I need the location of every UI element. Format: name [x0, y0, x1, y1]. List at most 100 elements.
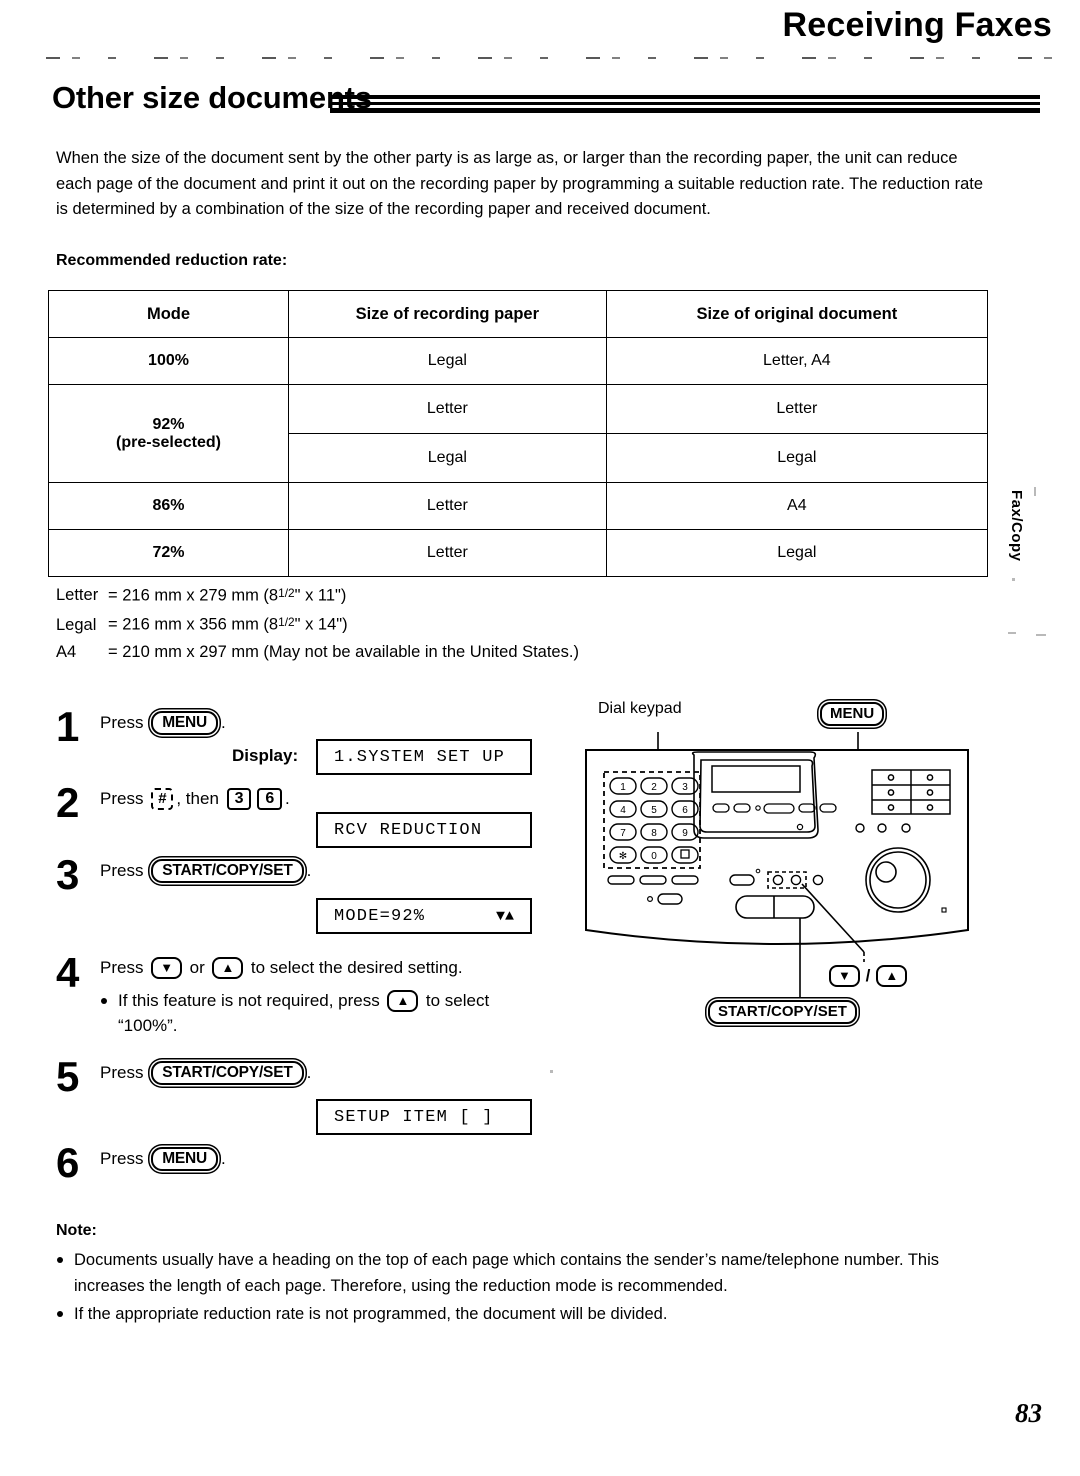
step-1-period: . — [221, 713, 226, 732]
scan-speck — [1008, 632, 1016, 634]
page-number: 83 — [1015, 1398, 1042, 1428]
digit-3-button[interactable]: 3 — [226, 788, 252, 810]
step-1-number: 1 — [56, 703, 80, 750]
callout-arrow-up: ▲ — [876, 965, 908, 987]
lcd-text: MODE=92% — [334, 906, 426, 926]
step-4-bullet-b: to select — [425, 991, 490, 1010]
svg-text:9: 9 — [682, 828, 688, 839]
bullet-icon — [101, 998, 107, 1004]
side-tab-label: Fax/Copy — [1008, 490, 1025, 562]
legend-row-legal: Legal = 216 mm x 356 mm (81/2" x 14") — [56, 609, 579, 638]
legend-tail: " x 14") — [294, 615, 348, 634]
step-5-text: Press START/COPY/SET. — [100, 1060, 311, 1085]
step-2-press-label: Press — [100, 789, 144, 808]
scan-speck — [1012, 578, 1015, 581]
step-6-press-label: Press — [100, 1149, 144, 1168]
svg-text:0: 0 — [651, 851, 657, 862]
cell-mode: 100% — [47, 337, 290, 385]
step-6-period: . — [221, 1149, 226, 1168]
digit-6-button[interactable]: 6 — [257, 788, 283, 810]
cell-paper: Legal — [288, 433, 607, 483]
cell-mode: 86% — [47, 482, 290, 530]
menu-button[interactable]: MENU — [151, 1147, 219, 1171]
table-row: 86% Letter A4 — [47, 482, 989, 530]
svg-text:5: 5 — [651, 805, 657, 816]
step-4-bullet-c: “100%”. — [118, 1016, 178, 1035]
lcd-display-step-5: SETUP ITEM [ ] — [316, 1099, 532, 1135]
legend-name: Legal — [56, 615, 97, 634]
menu-button[interactable]: MENU — [151, 711, 219, 735]
bullet-icon — [57, 1311, 63, 1317]
legend-eq: = 216 mm x 279 mm (8 — [108, 586, 279, 605]
table-header-recording-paper: Size of recording paper — [288, 290, 607, 338]
step-1-text: Press MENU. — [100, 710, 226, 735]
callout-menu-button: MENU — [820, 702, 885, 726]
callout-arrow-keys: ▼ / ▲ — [826, 965, 910, 987]
lcd-text: 1.SYSTEM SET UP — [334, 747, 506, 767]
step-6-number: 6 — [56, 1139, 80, 1186]
lcd-display-step-2: RCV REDUCTION — [316, 812, 532, 848]
cell-paper: Letter — [288, 529, 607, 577]
note-item-text: Documents usually have a heading on the … — [74, 1251, 939, 1295]
svg-text:3: 3 — [682, 782, 688, 793]
svg-text:6: 6 — [682, 805, 688, 816]
legend-row-a4: A4 = 210 mm x 297 mm (May not be availabl… — [56, 639, 579, 666]
callout-slash: / — [865, 966, 871, 985]
arrow-down-button[interactable]: ▼ — [151, 957, 182, 979]
table-header-mode: Mode — [47, 290, 290, 338]
legend-tail: " x 11") — [294, 586, 347, 605]
step-5-press-label: Press — [100, 1063, 144, 1082]
cell-original: Legal — [605, 433, 989, 483]
legend-eq: = 210 mm x 297 mm (May not be available … — [108, 642, 579, 661]
display-label: Display: — [232, 746, 299, 765]
legend-eq: = 216 mm x 356 mm (8 — [108, 615, 279, 634]
table-header-original-document: Size of original document — [605, 290, 989, 338]
svg-text:2: 2 — [651, 782, 657, 793]
cell-paper: Letter — [288, 482, 607, 530]
cell-original: Legal — [605, 529, 989, 577]
step-6-text: Press MENU. — [100, 1146, 226, 1171]
step-5-number: 5 — [56, 1053, 80, 1100]
step-3-period: . — [306, 861, 312, 880]
fax-machine-illustration: 123 456 789 ✻ 0 Dial keypad MENU START/C… — [568, 700, 1008, 1040]
step-4-or-label: or — [189, 958, 205, 977]
hash-button[interactable]: # — [151, 788, 174, 810]
cell-original: Letter, A4 — [605, 337, 989, 385]
legend-name: A4 — [56, 642, 77, 661]
cell-paper: Letter — [288, 384, 607, 434]
step-5-period: . — [306, 1063, 312, 1082]
arrow-up-button[interactable]: ▲ — [387, 990, 419, 1012]
header-divider — [46, 57, 1058, 59]
step-3-press-label: Press — [100, 861, 144, 880]
start-copy-set-button[interactable]: START/COPY/SET — [151, 859, 304, 883]
svg-text:4: 4 — [620, 805, 626, 816]
reduction-rate-table: Mode Size of recording paper Size of ori… — [47, 290, 989, 577]
cell-mode: 72% — [47, 529, 290, 577]
recommended-rate-label: Recommended reduction rate: — [56, 252, 288, 269]
legend-name: Letter — [56, 586, 99, 605]
step-4-text: Press ▼ or ▲ to select the desired setti… — [100, 955, 540, 980]
step-2-number: 2 — [56, 779, 80, 826]
lcd-display-step-1: 1.SYSTEM SET UP — [316, 739, 532, 775]
step-2-then-label: , then — [176, 789, 219, 808]
scan-speck — [1036, 634, 1046, 636]
intro-paragraph-1: When the size of the document sent by th… — [56, 149, 958, 193]
cell-original: A4 — [605, 482, 989, 530]
step-4-press-label: Press — [100, 958, 144, 977]
step-1-press-label: Press — [100, 713, 144, 732]
step-3-number: 3 — [56, 851, 80, 898]
note-item-text: If the appropriate reduction rate is not… — [74, 1305, 668, 1323]
note-heading: Note: — [56, 1222, 97, 1239]
table-row: 100% Legal Letter, A4 — [47, 337, 989, 385]
lcd-arrow-indicators: ▼▲ — [495, 907, 514, 925]
callout-arrow-down: ▼ — [829, 965, 860, 987]
arrow-up-button[interactable]: ▲ — [212, 957, 244, 979]
svg-text:1: 1 — [620, 782, 626, 793]
table-row: 92% (pre-selected) Letter Letter — [47, 384, 989, 483]
cell-mode-note: (pre-selected) — [116, 433, 221, 451]
svg-text:8: 8 — [651, 828, 657, 839]
section-title-rule — [330, 95, 1040, 113]
start-copy-set-button[interactable]: START/COPY/SET — [151, 1061, 304, 1085]
table-row: 72% Letter Legal — [47, 529, 989, 577]
step-4-bullet-a: If this feature is not required, press — [118, 991, 380, 1010]
